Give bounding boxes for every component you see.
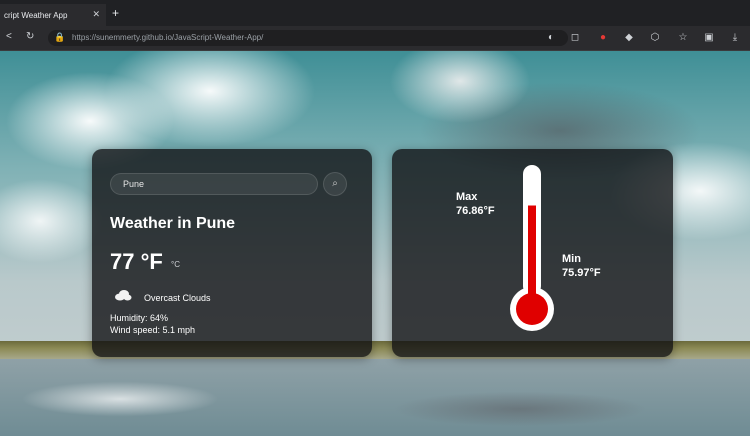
temperature: 77 °F bbox=[110, 249, 163, 274]
thermometer-card: Max 76.86°F Min 75.97°F bbox=[392, 149, 673, 357]
min-label: Min bbox=[562, 253, 581, 265]
browser-toolbar: < ↻ 🔒 https://sunemmerty.github.io/JavaS… bbox=[0, 26, 750, 51]
download-icon[interactable]: ⤓ bbox=[728, 31, 742, 45]
page-background: ⌕ Weather in Pune 77 °F °C Overcast Clou… bbox=[0, 51, 750, 436]
back-icon[interactable]: < bbox=[6, 31, 12, 42]
max-value: 76.86°F bbox=[456, 205, 495, 217]
new-tab-button[interactable]: + bbox=[112, 7, 119, 19]
collections-icon[interactable]: ▣ bbox=[702, 31, 716, 45]
weather-description: Overcast Clouds bbox=[144, 293, 211, 303]
city-title: Weather in Pune bbox=[110, 215, 236, 232]
unit-toggle[interactable]: °C bbox=[171, 260, 180, 269]
cloud-icon bbox=[115, 290, 132, 301]
search-input[interactable] bbox=[110, 173, 318, 195]
thermometer-icon bbox=[510, 165, 554, 331]
browser-tab-bar: cript Weather App ✕ + bbox=[0, 0, 750, 26]
reader-icon[interactable]: ◻ bbox=[568, 31, 582, 45]
refresh-icon[interactable]: ↻ bbox=[26, 31, 34, 42]
favorites-icon[interactable]: ☆ bbox=[676, 31, 690, 45]
wind-speed: Wind speed: 5.1 mph bbox=[110, 325, 196, 335]
lock-icon: 🔒 bbox=[54, 32, 66, 42]
tab-title: cript Weather App bbox=[4, 10, 68, 20]
min-value: 75.97°F bbox=[562, 267, 601, 279]
address-url: https://sunemmerty.github.io/JavaScript-… bbox=[72, 33, 264, 42]
record-icon[interactable]: ● bbox=[596, 31, 610, 45]
address-bar[interactable]: 🔒 https://sunemmerty.github.io/JavaScrip… bbox=[48, 30, 568, 46]
weather-card: ⌕ Weather in Pune 77 °F °C Overcast Clou… bbox=[92, 149, 372, 357]
thermometer-mercury bbox=[528, 205, 536, 303]
puzzle-icon[interactable]: ⬡ bbox=[648, 31, 662, 45]
shield-icon[interactable]: ◐ bbox=[544, 31, 558, 45]
browser-tab[interactable]: cript Weather App ✕ bbox=[0, 4, 106, 26]
max-label: Max bbox=[456, 191, 478, 203]
extension-icon[interactable]: ◆ bbox=[622, 31, 636, 45]
water-reflection bbox=[0, 359, 750, 436]
search-icon[interactable]: ⌕ bbox=[323, 172, 347, 196]
close-tab-icon[interactable]: ✕ bbox=[92, 9, 100, 20]
humidity: Humidity: 64% bbox=[110, 313, 169, 323]
thermometer-bulb bbox=[516, 293, 548, 325]
